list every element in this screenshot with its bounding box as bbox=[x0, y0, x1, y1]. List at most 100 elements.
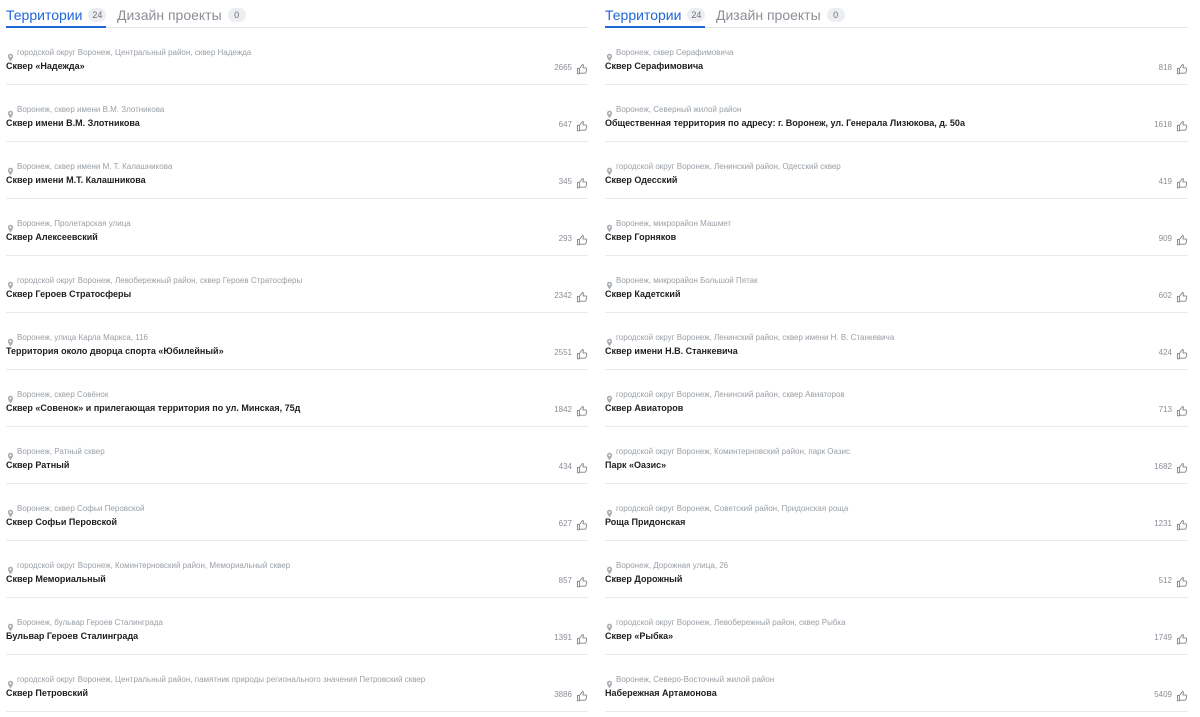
like-button[interactable]: 2551 bbox=[554, 347, 588, 360]
territory-list-item[interactable]: Воронеж, сквер Совёнок Сквер «Совенок» и … bbox=[6, 370, 588, 427]
territory-title[interactable]: Сквер «Рыбка» bbox=[605, 630, 673, 642]
territory-list-item[interactable]: Воронеж, улица Карла Маркса, 116 Территор… bbox=[6, 313, 588, 370]
territory-title[interactable]: Сквер Петровский bbox=[6, 687, 88, 699]
like-button[interactable]: 1391 bbox=[554, 632, 588, 645]
territory-list-item[interactable]: Воронеж, Ратный сквер Сквер Ратный 434 bbox=[6, 427, 588, 484]
like-button[interactable]: 818 bbox=[1159, 62, 1188, 75]
thumbs-up-icon[interactable] bbox=[576, 575, 588, 588]
territory-title[interactable]: Сквер Горняков bbox=[605, 231, 676, 243]
like-button[interactable]: 2665 bbox=[554, 62, 588, 75]
territory-list-item[interactable]: Воронеж, бульвар Героев Сталинграда Бульв… bbox=[6, 598, 588, 655]
territory-list-item[interactable]: Воронеж, сквер Софьи Перовской Сквер Софь… bbox=[6, 484, 588, 541]
thumbs-up-icon[interactable] bbox=[576, 461, 588, 474]
territory-title[interactable]: Сквер Софьи Перовской bbox=[6, 516, 117, 528]
like-button[interactable]: 424 bbox=[1159, 347, 1188, 360]
thumbs-up-icon[interactable] bbox=[576, 404, 588, 417]
thumbs-up-icon[interactable] bbox=[576, 689, 588, 702]
like-button[interactable]: 647 bbox=[559, 119, 588, 132]
territory-list-item[interactable]: Воронеж, микрорайон Машмет Сквер Горняков… bbox=[605, 199, 1188, 256]
territory-list-item[interactable]: городской округ Воронеж, Ленинский район… bbox=[605, 313, 1188, 370]
like-button[interactable]: 2342 bbox=[554, 290, 588, 303]
territory-title[interactable]: Общественная территория по адресу: г. Во… bbox=[605, 117, 965, 129]
like-button[interactable]: 434 bbox=[559, 461, 588, 474]
like-button[interactable]: 3886 bbox=[554, 689, 588, 702]
territory-list-item[interactable]: Воронеж, Дорожная улица, 26 Сквер Дорожны… bbox=[605, 541, 1188, 598]
territory-list-item[interactable]: городской округ Воронеж, Коминтерновский… bbox=[6, 541, 588, 598]
thumbs-up-icon[interactable] bbox=[1176, 233, 1188, 246]
like-button[interactable]: 1231 bbox=[1154, 518, 1188, 531]
thumbs-up-icon[interactable] bbox=[1176, 347, 1188, 360]
like-button[interactable]: 5409 bbox=[1154, 689, 1188, 702]
thumbs-up-icon[interactable] bbox=[1176, 290, 1188, 303]
territory-list-item[interactable]: Воронеж, микрорайон Большой Пятак Сквер К… bbox=[605, 256, 1188, 313]
thumbs-up-icon[interactable] bbox=[1176, 176, 1188, 189]
territory-title[interactable]: Бульвар Героев Сталинграда bbox=[6, 630, 138, 642]
territory-list-item[interactable]: городской округ Воронеж, Ленинский район… bbox=[605, 370, 1188, 427]
territory-title[interactable]: Сквер «Надежда» bbox=[6, 60, 85, 72]
territory-title[interactable]: Сквер Алексеевский bbox=[6, 231, 98, 243]
territory-list-item[interactable]: Воронеж, Северо-Восточный жилой район Наб… bbox=[605, 655, 1188, 712]
thumbs-up-icon[interactable] bbox=[576, 347, 588, 360]
thumbs-up-icon[interactable] bbox=[1176, 404, 1188, 417]
thumbs-up-icon[interactable] bbox=[576, 233, 588, 246]
like-button[interactable]: 857 bbox=[559, 575, 588, 588]
tab-territories[interactable]: Территории 24 bbox=[605, 3, 706, 28]
like-button[interactable]: 293 bbox=[559, 233, 588, 246]
like-button[interactable]: 512 bbox=[1159, 575, 1188, 588]
like-button[interactable]: 602 bbox=[1159, 290, 1188, 303]
territory-title[interactable]: Сквер имени Н.В. Станкевича bbox=[605, 345, 738, 357]
like-button[interactable]: 1618 bbox=[1154, 119, 1188, 132]
territory-title[interactable]: Набережная Артамонова bbox=[605, 687, 717, 699]
tab-design-projects[interactable]: Дизайн проекты 0 bbox=[716, 3, 845, 27]
thumbs-up-icon[interactable] bbox=[576, 62, 588, 75]
thumbs-up-icon[interactable] bbox=[576, 176, 588, 189]
territory-title[interactable]: Сквер Одесский bbox=[605, 174, 677, 186]
tab-design-projects[interactable]: Дизайн проекты 0 bbox=[117, 3, 246, 27]
like-button[interactable]: 909 bbox=[1159, 233, 1188, 246]
like-button[interactable]: 627 bbox=[559, 518, 588, 531]
thumbs-up-icon[interactable] bbox=[1176, 461, 1188, 474]
territory-list-item[interactable]: городской округ Воронеж, Центральный рай… bbox=[6, 655, 588, 712]
like-button[interactable]: 1842 bbox=[554, 404, 588, 417]
territory-list-item[interactable]: городской округ Воронеж, Центральный рай… bbox=[6, 28, 588, 85]
territory-title[interactable]: Сквер Серафимовича bbox=[605, 60, 703, 72]
thumbs-up-icon[interactable] bbox=[576, 518, 588, 531]
territory-title[interactable]: Сквер Ратный bbox=[6, 459, 69, 471]
thumbs-up-icon[interactable] bbox=[1176, 119, 1188, 132]
like-button[interactable]: 345 bbox=[559, 176, 588, 189]
territory-title[interactable]: Сквер Мемориальный bbox=[6, 573, 106, 585]
tab-territories[interactable]: Территории 24 bbox=[6, 3, 107, 28]
thumbs-up-icon[interactable] bbox=[576, 119, 588, 132]
territory-list-item[interactable]: городской округ Воронеж, Ленинский район… bbox=[605, 142, 1188, 199]
territory-title[interactable]: Роща Придонская bbox=[605, 516, 685, 528]
territory-title[interactable]: Сквер имени В.М. Злотникова bbox=[6, 117, 140, 129]
territory-list-item[interactable]: Воронеж, Пролетарская улица Сквер Алексее… bbox=[6, 199, 588, 256]
territory-title[interactable]: Сквер Авиаторов bbox=[605, 402, 683, 414]
territory-list-item[interactable]: Воронеж, сквер имени М. Т. Калашникова Ск… bbox=[6, 142, 588, 199]
like-button[interactable]: 1682 bbox=[1154, 461, 1188, 474]
thumbs-up-icon[interactable] bbox=[1176, 632, 1188, 645]
territory-title[interactable]: Сквер Героев Стратосферы bbox=[6, 288, 131, 300]
territory-list-item[interactable]: городской округ Воронеж, Коминтерновский… bbox=[605, 427, 1188, 484]
territory-title[interactable]: Сквер Кадетский bbox=[605, 288, 681, 300]
thumbs-up-icon[interactable] bbox=[576, 632, 588, 645]
thumbs-up-icon[interactable] bbox=[1176, 62, 1188, 75]
thumbs-up-icon[interactable] bbox=[1176, 575, 1188, 588]
territory-title[interactable]: Сквер имени М.Т. Калашникова bbox=[6, 174, 146, 186]
territory-title[interactable]: Территория около дворца спорта «Юбилейны… bbox=[6, 345, 224, 357]
thumbs-up-icon[interactable] bbox=[1176, 518, 1188, 531]
like-button[interactable]: 1749 bbox=[1154, 632, 1188, 645]
territory-title[interactable]: Сквер Дорожный bbox=[605, 573, 682, 585]
like-button[interactable]: 713 bbox=[1159, 404, 1188, 417]
territory-title[interactable]: Сквер «Совенок» и прилегающая территория… bbox=[6, 402, 300, 414]
territory-list-item[interactable]: Воронеж, сквер Серафимовича Сквер Серафим… bbox=[605, 28, 1188, 85]
like-button[interactable]: 419 bbox=[1159, 176, 1188, 189]
territory-list-item[interactable]: Воронеж, сквер имени В.М. Злотникова Скве… bbox=[6, 85, 588, 142]
thumbs-up-icon[interactable] bbox=[1176, 689, 1188, 702]
thumbs-up-icon[interactable] bbox=[576, 290, 588, 303]
territory-list-item[interactable]: городской округ Воронеж, Советский район… bbox=[605, 484, 1188, 541]
territory-list-item[interactable]: городской округ Воронеж, Левобережный ра… bbox=[605, 598, 1188, 655]
territory-list-item[interactable]: Воронеж, Северный жилой район Общественна… bbox=[605, 85, 1188, 142]
territory-title[interactable]: Парк «Оазис» bbox=[605, 459, 666, 471]
territory-list-item[interactable]: городской округ Воронеж, Левобережный ра… bbox=[6, 256, 588, 313]
